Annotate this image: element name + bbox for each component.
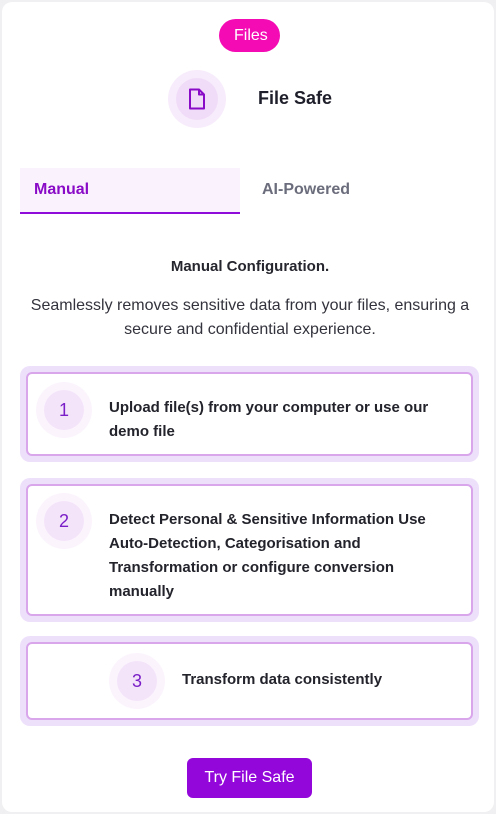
step-text-3: Transform data consistently: [182, 671, 383, 688]
tab-manual[interactable]: Manual: [20, 168, 240, 214]
category-badge: Files: [219, 19, 280, 52]
file-safe-card: Files File Safe Manual AI-Powered Manual…: [2, 2, 494, 812]
step-number-2: 2: [44, 501, 84, 541]
product-title: File Safe: [258, 88, 333, 108]
step-number-3: 3: [117, 661, 157, 701]
mode-tabs: Manual AI-Powered: [20, 168, 478, 214]
section-description: Seamlessly removes sensitive data from y…: [30, 297, 470, 338]
step-text-1: Upload file(s) from your computer or use…: [109, 399, 429, 440]
section-title: Manual Configuration.: [170, 258, 330, 275]
step-card-1: 1 Upload file(s) from your computer or u…: [20, 366, 479, 462]
document-icon: [189, 88, 205, 110]
step-text-2: Detect Personal & Sensitive Information …: [109, 511, 426, 600]
tab-ai-powered[interactable]: AI-Powered: [248, 168, 478, 214]
step-number-1: 1: [44, 390, 84, 430]
step-card-2: 2 Detect Personal & Sensitive Informatio…: [20, 478, 479, 622]
try-file-safe-button[interactable]: Try File Safe: [187, 758, 312, 798]
product-icon-container: [168, 70, 226, 128]
step-card-3: 3 Transform data consistently: [20, 636, 479, 726]
